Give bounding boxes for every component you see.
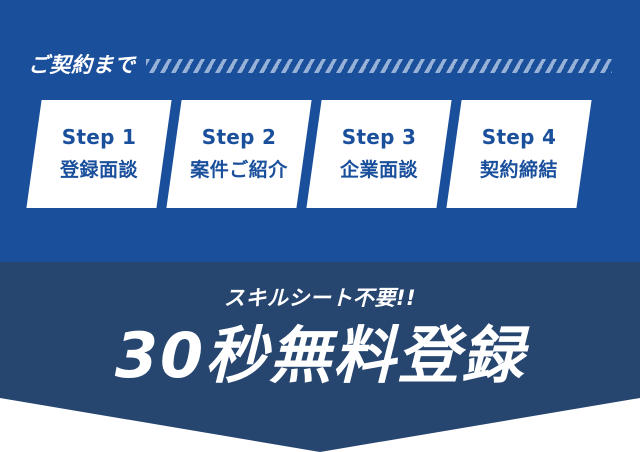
step-label: 登録面談 xyxy=(59,159,138,181)
step-card-2: Step 2 案件ご紹介 xyxy=(166,100,312,208)
step-card-1: Step 1 登録面談 xyxy=(26,100,172,208)
section-heading: ご契約まで xyxy=(28,53,136,77)
heading-row: ご契約まで xyxy=(28,44,612,84)
step-card-4: Step 4 契約締結 xyxy=(446,100,592,208)
step-card-3: Step 3 企業面談 xyxy=(306,100,452,208)
cta-main-text[interactable]: 30秒無料登録 xyxy=(0,316,640,396)
step-label: 企業面談 xyxy=(339,159,418,181)
step-label: 案件ご紹介 xyxy=(190,159,288,181)
dashed-divider xyxy=(145,59,612,73)
step-number: Step 4 xyxy=(481,125,557,149)
step-number: Step 2 xyxy=(201,125,277,149)
contract-flow-banner: ご契約まで Step 1 登録面談 Step 2 案件ご紹介 Step 3 企業… xyxy=(0,0,640,452)
step-label: 契約締結 xyxy=(479,159,558,181)
step-number: Step 3 xyxy=(341,125,417,149)
cta-subtitle: スキルシート不要!! xyxy=(223,286,417,310)
step-number: Step 1 xyxy=(61,125,137,149)
